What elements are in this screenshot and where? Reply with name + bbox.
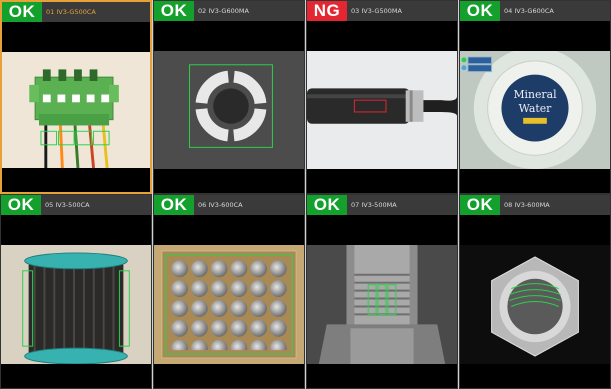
cell-header: OK 01 IV3-G500CA bbox=[2, 2, 150, 22]
sensor-name: 07 IV3-500MA bbox=[351, 201, 397, 209]
status-badge: OK bbox=[2, 2, 42, 22]
cell-header: OK 07 IV3-500MA bbox=[307, 195, 457, 215]
camera-cell-06[interactable]: OK 06 IV3-600CA bbox=[153, 194, 305, 389]
sensor-name: 08 IV3-600MA bbox=[504, 201, 550, 209]
status-badge: OK bbox=[460, 195, 500, 215]
camera-cell-08[interactable]: OK 08 IV3-600MA bbox=[459, 194, 611, 389]
camera-view bbox=[307, 51, 457, 169]
wire-coil-image bbox=[1, 245, 151, 364]
camera-view bbox=[307, 245, 457, 364]
camera-cell-03[interactable]: NG 03 IV3-G500MA bbox=[306, 0, 458, 194]
cell-header: NG 03 IV3-G500MA bbox=[307, 1, 457, 21]
sensor-name: 02 IV3-G600MA bbox=[198, 7, 249, 15]
cable-connector-image bbox=[307, 51, 457, 169]
status-badge: OK bbox=[307, 195, 347, 215]
camera-view bbox=[154, 51, 304, 169]
battery-tray-image bbox=[154, 245, 304, 364]
cell-header: OK 06 IV3-600CA bbox=[154, 195, 304, 215]
threaded-fitting-image bbox=[307, 245, 457, 364]
sensor-name: 03 IV3-G500MA bbox=[351, 7, 402, 15]
sensor-name: 06 IV3-600CA bbox=[198, 201, 243, 209]
camera-view bbox=[154, 245, 304, 364]
cell-header: OK 04 IV3-G600CA bbox=[460, 1, 610, 21]
hex-nut-image bbox=[460, 245, 610, 364]
camera-view bbox=[1, 245, 151, 364]
camera-cell-05[interactable]: OK 05 IV3-500CA bbox=[0, 194, 152, 389]
camera-cell-07[interactable]: OK 07 IV3-500MA bbox=[306, 194, 458, 389]
label-text-line2: Water bbox=[519, 102, 552, 115]
cell-header: OK 05 IV3-500CA bbox=[1, 195, 151, 215]
ring-gasket-image bbox=[154, 51, 304, 169]
cell-header: OK 08 IV3-600MA bbox=[460, 195, 610, 215]
camera-view bbox=[2, 52, 150, 168]
sensor-name: 04 IV3-G600CA bbox=[504, 7, 554, 15]
camera-cell-01[interactable]: OK 01 IV3-G500CA bbox=[0, 0, 152, 194]
camera-cell-02[interactable]: OK 02 IV3-G600MA bbox=[153, 0, 305, 194]
sensor-name: 01 IV3-G500CA bbox=[46, 8, 96, 16]
status-badge: OK bbox=[154, 195, 194, 215]
label-text-line1: Mineral bbox=[513, 88, 557, 101]
camera-view bbox=[460, 245, 610, 364]
camera-view: Mineral Water bbox=[460, 51, 610, 169]
status-badge: OK bbox=[460, 1, 500, 21]
sensor-name: 05 IV3-500CA bbox=[45, 201, 90, 209]
terminal-block-image bbox=[2, 52, 150, 168]
status-badge: OK bbox=[1, 195, 41, 215]
camera-grid: OK 01 IV3-G500CA OK 02 IV3-G600MA NG 03 … bbox=[0, 0, 611, 389]
cell-header: OK 02 IV3-G600MA bbox=[154, 1, 304, 21]
bottle-cap-image: Mineral Water bbox=[460, 51, 610, 169]
status-badge: OK bbox=[154, 1, 194, 21]
camera-cell-04[interactable]: OK 04 IV3-G600CA Mineral Water bbox=[459, 0, 611, 194]
status-badge: NG bbox=[307, 1, 347, 21]
